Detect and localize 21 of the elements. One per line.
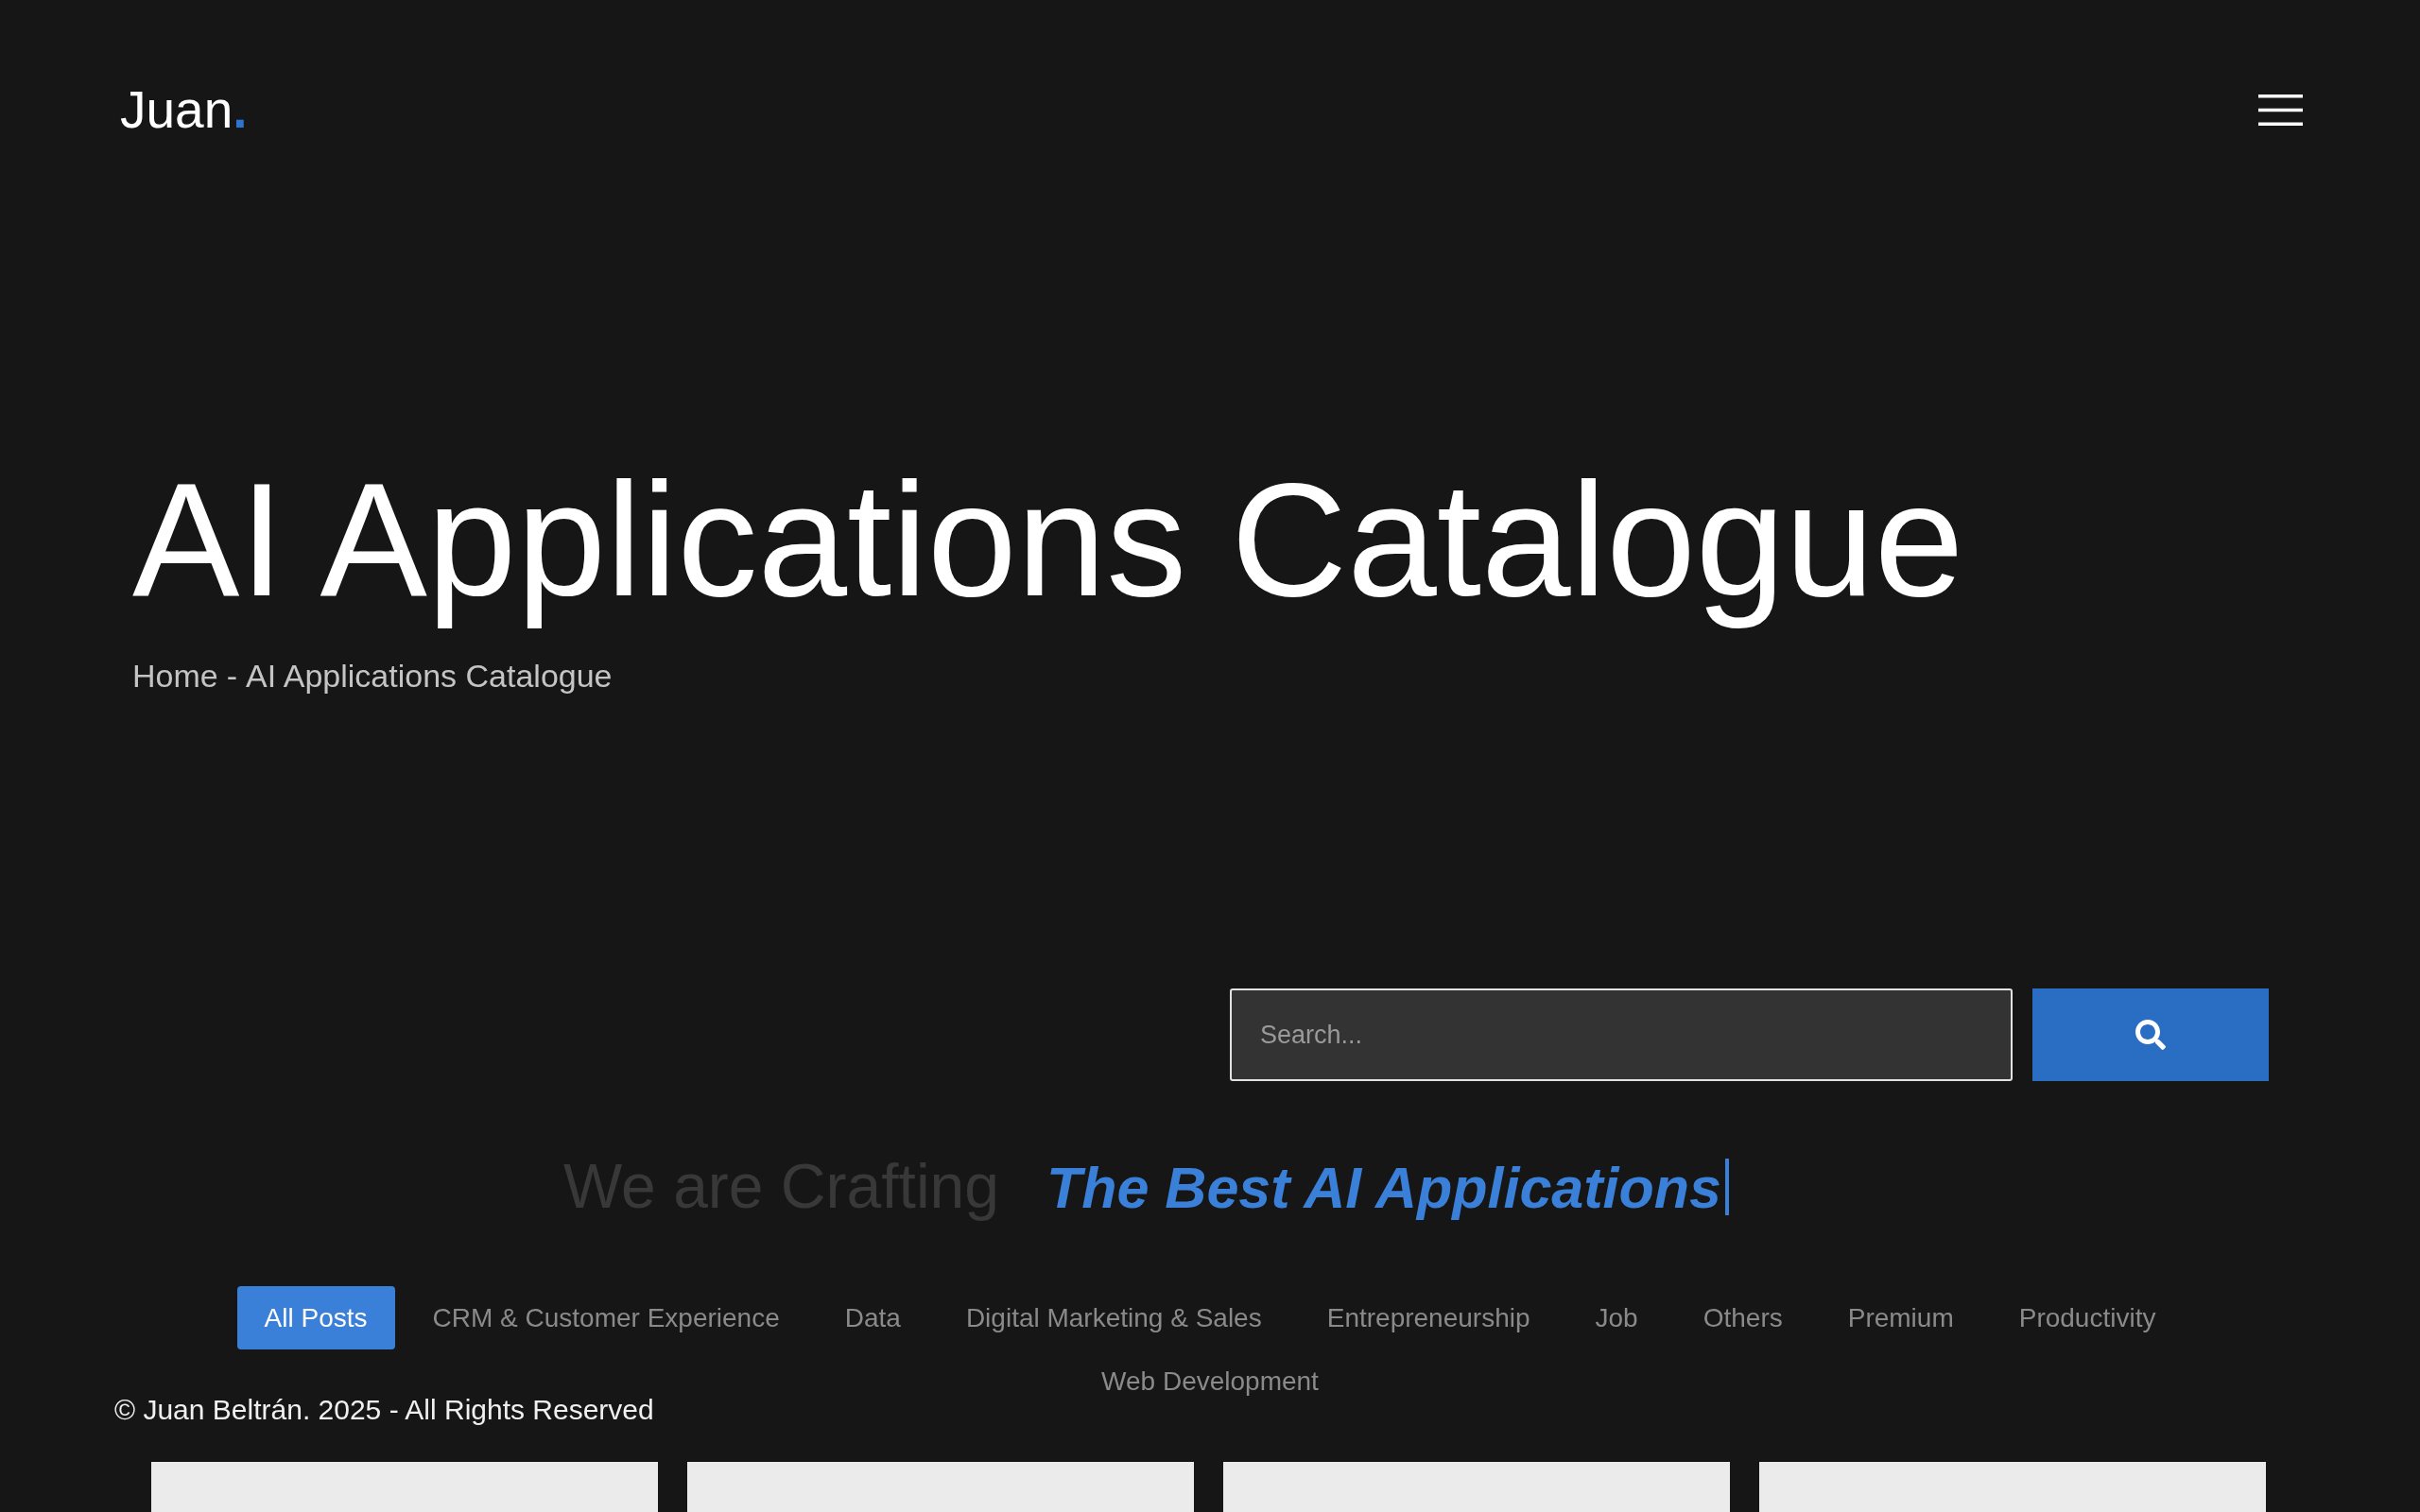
category-filter-tab[interactable]: All Posts	[236, 1286, 395, 1349]
menu-icon	[2258, 94, 2303, 126]
search-icon	[2135, 1020, 2166, 1050]
category-filter-tab[interactable]: Others	[1675, 1286, 1810, 1349]
breadcrumb-separator: -	[226, 657, 238, 695]
menu-button[interactable]	[2258, 94, 2303, 126]
breadcrumb-current: AI Applications Catalogue	[246, 657, 613, 695]
category-filter-tab[interactable]: Digital Marketing & Sales	[938, 1286, 1289, 1349]
category-filter-tab[interactable]: CRM & Customer Experience	[405, 1286, 807, 1349]
category-filter-tab[interactable]: Data	[817, 1286, 928, 1349]
site-logo[interactable]: Juan.	[120, 80, 248, 139]
category-filter-tab[interactable]: Entrepreneurship	[1299, 1286, 1558, 1349]
copyright-text: © Juan Beltrán. 2025 - All Rights Reserved	[114, 1393, 654, 1427]
typed-highlight-text: The Best AI Applications	[1046, 1155, 1721, 1222]
category-filter-tab[interactable]: Productivity	[1991, 1286, 2184, 1349]
category-filter-tab[interactable]: Premium	[1820, 1286, 1981, 1349]
search-field[interactable]: Search...	[1230, 988, 2013, 1081]
category-filter-tab[interactable]: Job	[1567, 1286, 1666, 1349]
page-title: AI Applications Catalogue	[132, 449, 1964, 631]
category-filter-tab[interactable]: Web Development	[1074, 1349, 1346, 1413]
breadcrumb-link[interactable]: Home	[132, 657, 218, 695]
